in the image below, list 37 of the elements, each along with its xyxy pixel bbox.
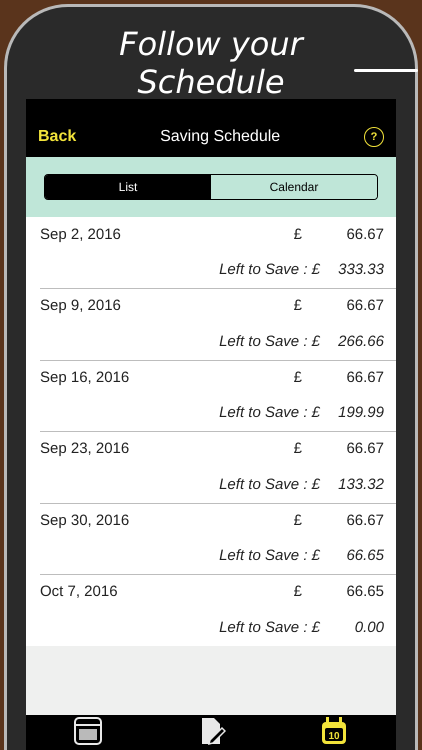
calculator-icon[interactable]: [72, 716, 103, 746]
currency-symbol: £: [294, 368, 302, 388]
left-to-save-label: Left to Save : £: [219, 618, 320, 638]
headline-text: Schedule: [137, 63, 285, 101]
left-to-save-label: Left to Save : £: [219, 546, 320, 566]
left-to-save-label: Left to Save : £: [219, 332, 320, 352]
left-to-save-amount: 133.32: [337, 474, 384, 495]
date-text: Sep 2, 2016: [40, 224, 122, 245]
screen-title: Saving Schedule: [160, 127, 280, 147]
date-text: Sep 23, 2016: [40, 439, 130, 460]
segment-tab[interactable]: List: [45, 175, 211, 199]
left-to-save-amount: 199.99: [337, 403, 384, 424]
left-to-save-label: Left to Save : £: [219, 260, 320, 280]
left-to-save-amount: 333.33: [337, 260, 384, 280]
currency-symbol: £: [294, 510, 302, 531]
left-to-save-label: Left to Save : £: [219, 403, 320, 424]
left-to-save-amount: 66.65: [345, 546, 384, 566]
date-text: Sep 30, 2016: [40, 510, 130, 531]
headline-text: Follow your: [119, 25, 303, 63]
back-button[interactable]: Back: [38, 125, 76, 149]
currency-symbol: £: [294, 296, 302, 316]
date-text: Oct 7, 2016: [40, 582, 119, 602]
date-text: Sep 9, 2016: [40, 296, 122, 316]
amount-text: 66.67: [345, 510, 384, 531]
amount-text: 66.67: [345, 439, 384, 460]
amount-text: 66.65: [345, 582, 384, 602]
date-text: Sep 16, 2016: [40, 368, 130, 388]
currency-symbol: £: [294, 582, 302, 602]
currency-symbol: £: [294, 224, 302, 245]
left-to-save-amount: 0.00: [354, 618, 384, 638]
currency-symbol: £: [294, 439, 302, 460]
amount-text: 66.67: [345, 296, 384, 316]
left-to-save-label: Left to Save : £: [219, 474, 320, 495]
help-button[interactable]: ?: [364, 127, 384, 147]
amount-text: 66.67: [345, 224, 384, 245]
left-to-save-amount: 266.66: [337, 332, 384, 352]
amount-text: 66.67: [345, 368, 384, 388]
